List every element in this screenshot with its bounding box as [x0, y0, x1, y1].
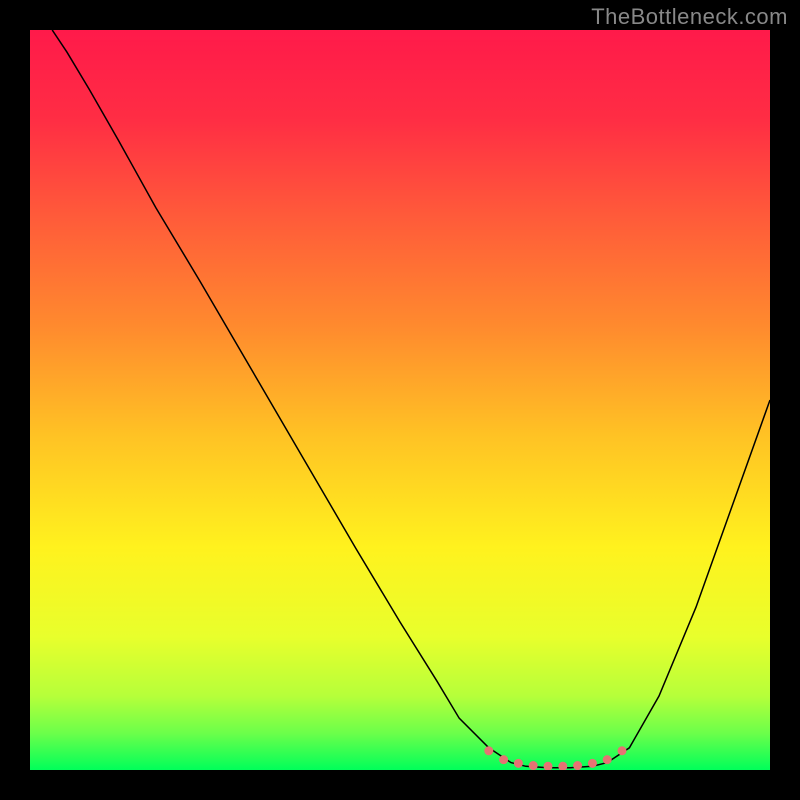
watermark-text: TheBottleneck.com	[591, 4, 788, 30]
chart-root: TheBottleneck.com	[0, 0, 800, 800]
valley-dot	[499, 755, 508, 764]
valley-dot	[573, 761, 582, 770]
valley-dot	[603, 755, 612, 764]
valley-dot	[484, 746, 493, 755]
bottleneck-chart-svg	[30, 30, 770, 770]
gradient-background	[30, 30, 770, 770]
valley-dot	[618, 746, 627, 755]
plot-area	[30, 30, 770, 770]
valley-dot	[529, 761, 538, 770]
valley-dot	[588, 759, 597, 768]
valley-dot	[514, 759, 523, 768]
